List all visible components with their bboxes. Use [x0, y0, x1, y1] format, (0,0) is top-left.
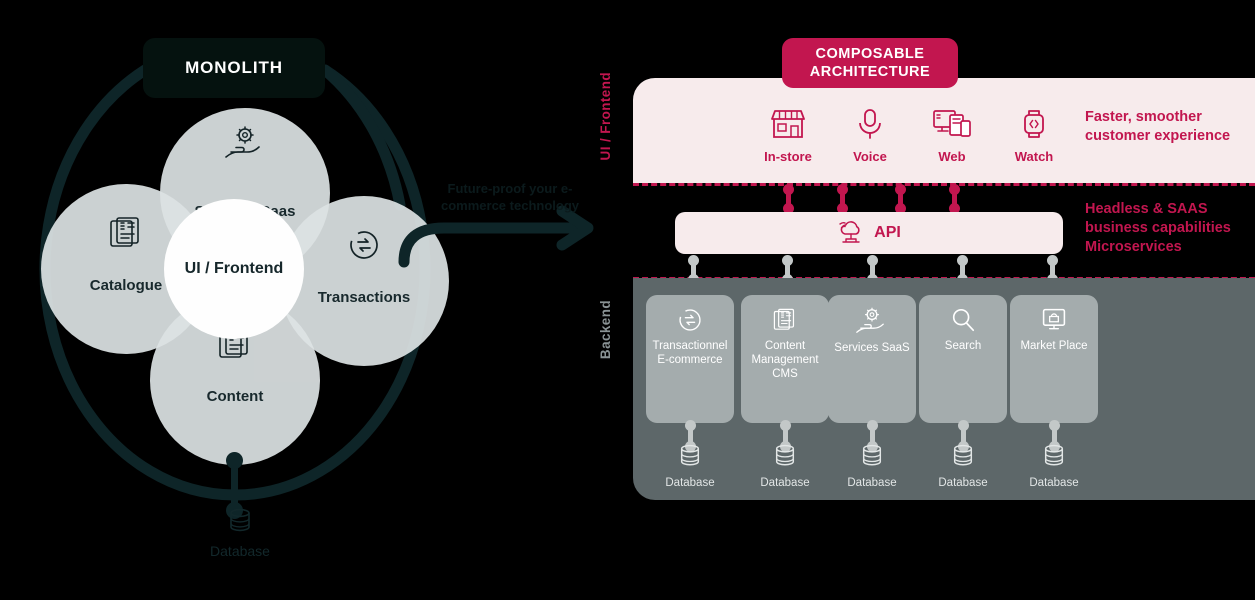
smartwatch-code-icon	[1024, 110, 1044, 138]
channel-voice[interactable]: Voice	[842, 108, 898, 164]
backend-note-line-2: business capabilities	[1085, 220, 1231, 236]
database-label: Database	[938, 477, 988, 489]
service-label: Market Place	[1020, 340, 1088, 352]
api-bar[interactable]: API	[675, 212, 1063, 254]
composable-section: UI / Frontend Backend COMPOSABLE ARCHITE…	[598, 0, 1255, 600]
monolith-database: Database	[181, 508, 299, 559]
service-card-search[interactable]: Search	[919, 295, 1007, 423]
connector-channel-api	[895, 184, 906, 214]
service-label: Search	[944, 340, 982, 352]
marketplace-monitor-icon	[1042, 308, 1066, 330]
monolith-database-label: Database	[210, 543, 270, 559]
service-card-services-saas[interactable]: Services SaaS	[828, 295, 916, 423]
channel-label: Web	[938, 149, 966, 164]
database-label: Database	[760, 477, 810, 489]
channel-label: In-store	[764, 149, 812, 164]
backend-database-1: Database	[646, 444, 734, 489]
transition-caption: Future-proof your e-commerce technology	[441, 181, 579, 213]
layer-label-backend: Backend	[598, 300, 613, 360]
connector-channel-api	[783, 184, 794, 214]
magnifier-icon	[952, 308, 975, 332]
monolith-title: MONOLITH	[185, 58, 283, 77]
transactions-refresh-icon	[350, 231, 378, 259]
backend-note: Headless & SAAS business capabilities Mi…	[1085, 200, 1255, 257]
service-card-transactionnel-ecommerce[interactable]: Transactionnel E-commerce	[646, 295, 734, 423]
badge-line-2: ARCHITECTURE	[809, 64, 931, 80]
gear-in-hand-icon	[856, 307, 884, 333]
database-icon	[862, 444, 882, 466]
connector-api-service	[957, 255, 968, 285]
storefront-icon	[771, 110, 805, 138]
frontend-note: Faster, smoother customer experience	[1085, 109, 1231, 144]
monolith-title-box: MONOLITH	[143, 38, 325, 98]
channel-label: Watch	[1014, 149, 1054, 164]
service-label: Transactionnel E-commerce	[652, 340, 728, 366]
channel-label: Voice	[853, 149, 887, 164]
channel-in-store[interactable]: In-store	[760, 108, 816, 164]
database-label: Database	[847, 477, 897, 489]
connector-api-service	[1047, 255, 1058, 285]
database-label: Database	[1029, 477, 1079, 489]
channel-web[interactable]: Web	[924, 108, 980, 164]
monolith-circle-label: Transactions	[317, 288, 411, 306]
monolith-circle-label: Content	[206, 387, 264, 405]
connector-api-service	[688, 255, 699, 285]
backend-note-line-1: Headless & SAAS	[1085, 201, 1208, 217]
monolith-db-connector-dot-top	[226, 452, 243, 469]
backend-database-2: Database	[741, 444, 829, 489]
database-icon	[953, 444, 973, 466]
database-icon	[775, 444, 795, 466]
service-label: Content Management CMS	[751, 340, 819, 380]
badge-line-1: COMPOSABLE	[815, 46, 925, 62]
catalogue-document-icon	[110, 217, 139, 247]
channel-list: In-store Voice Web Watch	[760, 108, 1062, 164]
microphone-icon	[859, 109, 881, 139]
content-document-icon	[773, 308, 795, 330]
diagram-canvas: MONOLITH Services Saas	[0, 0, 1255, 600]
channel-watch[interactable]: Watch	[1006, 108, 1062, 164]
composable-architecture-badge: COMPOSABLE ARCHITECTURE	[782, 38, 958, 88]
backend-database-4: Database	[919, 444, 1007, 489]
service-label: Services SaaS	[834, 342, 910, 354]
gear-in-hand-icon	[225, 126, 260, 158]
devices-icon	[933, 110, 971, 137]
monolith-section: MONOLITH Services Saas	[0, 0, 620, 600]
monolith-center-ui-frontend[interactable]: UI / Frontend	[164, 199, 304, 339]
database-label: Database	[665, 477, 715, 489]
service-card-content-management-cms[interactable]: Content Management CMS	[741, 295, 829, 423]
api-label: API	[874, 224, 901, 241]
connector-channel-api	[949, 184, 960, 214]
backend-database-3: Database	[828, 444, 916, 489]
monolith-circle-label: Catalogue	[89, 276, 163, 294]
database-icon	[230, 508, 250, 532]
layer-label-ui-frontend: UI / Frontend	[598, 72, 613, 161]
connector-api-service	[782, 255, 793, 285]
database-icon	[1044, 444, 1064, 466]
cloud-network-icon	[839, 221, 860, 243]
service-card-market-place[interactable]: Market Place	[1010, 295, 1098, 423]
backend-note-line-3: Microservices	[1085, 239, 1182, 255]
monolith-center-label: UI / Frontend	[184, 260, 284, 277]
frontend-divider	[633, 183, 1255, 186]
backend-database-5: Database	[1010, 444, 1098, 489]
connector-channel-api	[837, 184, 848, 214]
connector-api-service	[867, 255, 878, 285]
transactions-refresh-icon	[679, 309, 701, 331]
database-icon	[680, 444, 700, 466]
